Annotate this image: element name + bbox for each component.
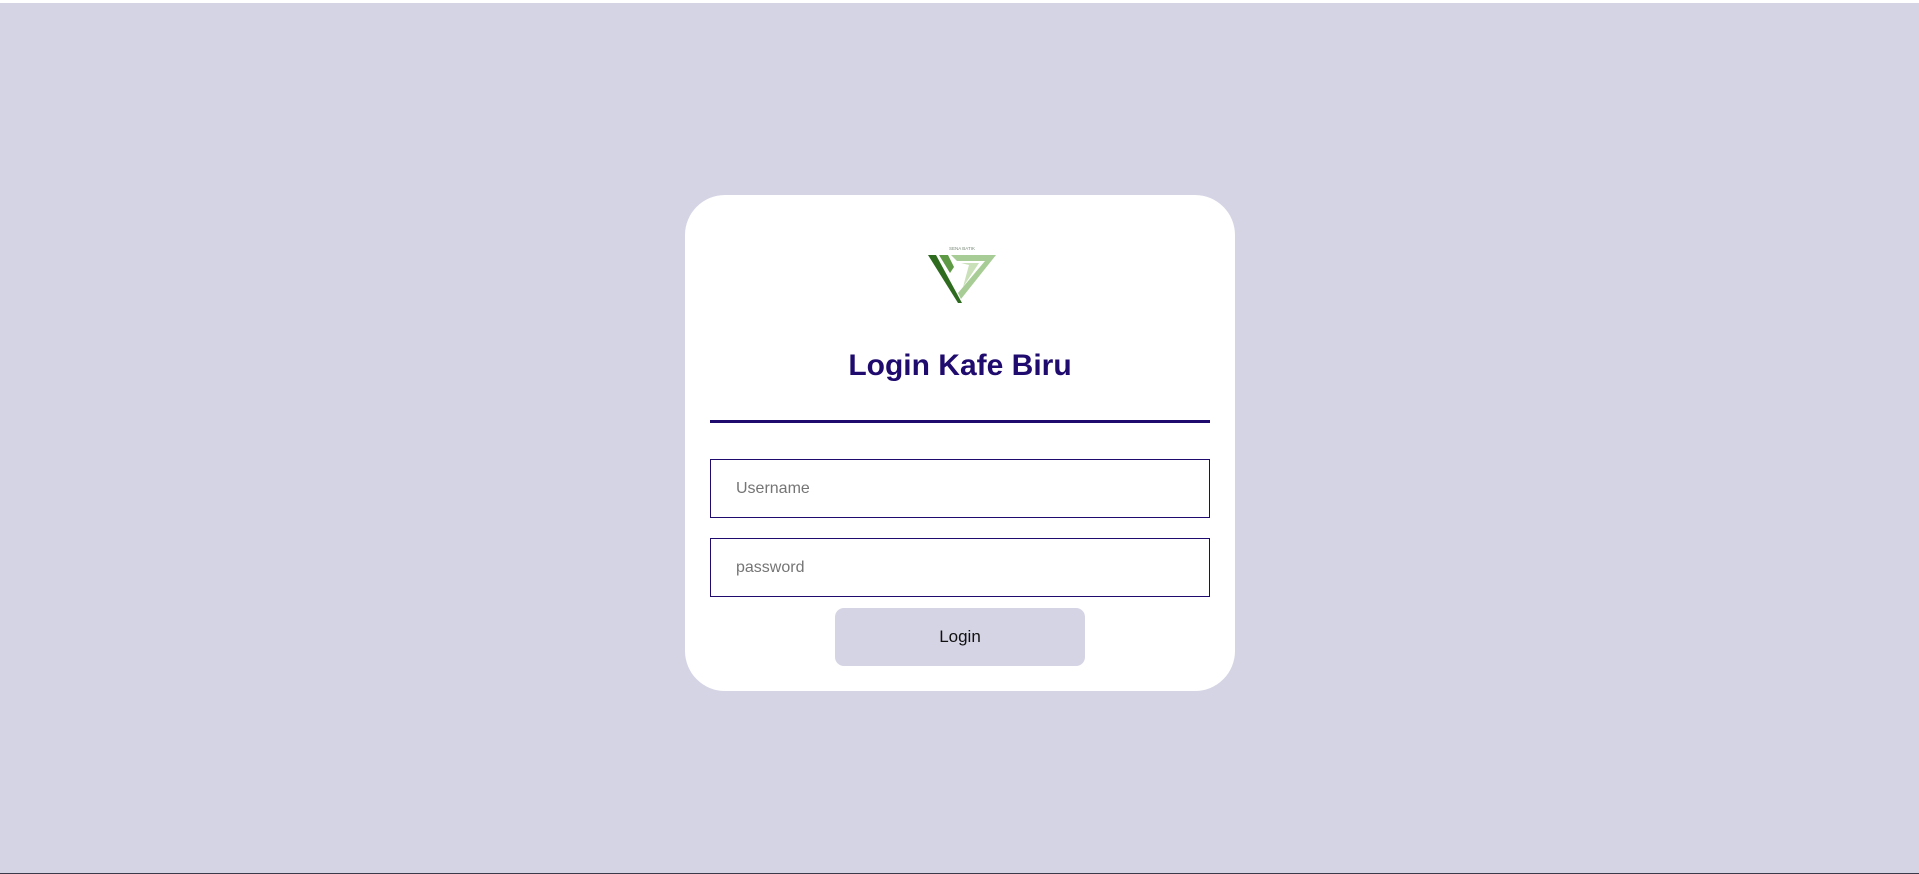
title-divider [710,420,1210,423]
login-button[interactable]: Login [835,608,1085,666]
page-background: SENA BATIK Login Kafe Biru Login [0,3,1919,873]
username-input[interactable] [710,459,1210,518]
page-title: Login Kafe Biru [848,349,1072,382]
password-input[interactable] [710,538,1210,597]
login-card: SENA BATIK Login Kafe Biru Login [685,195,1235,691]
kafe-biru-logo-icon: SENA BATIK [928,246,996,303]
logo-text: SENA BATIK [949,246,975,251]
